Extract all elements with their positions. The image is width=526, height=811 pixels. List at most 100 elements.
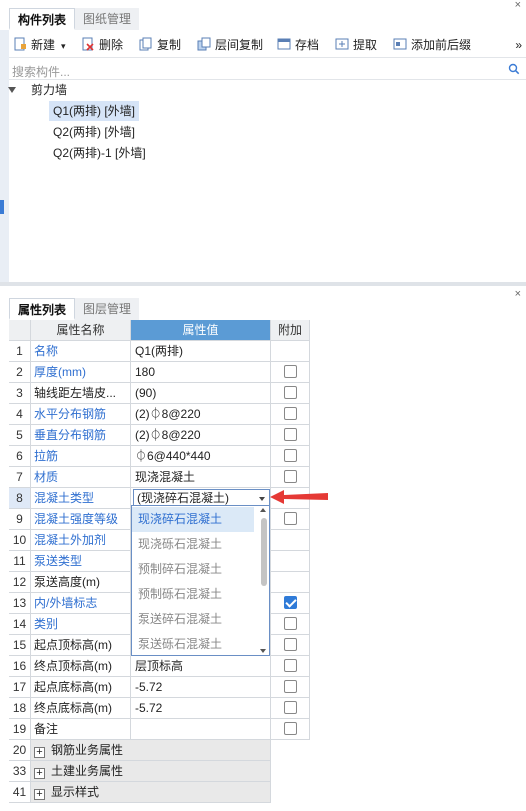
property-value[interactable]: 层顶标高 [131, 656, 271, 677]
search-input[interactable]: 搜索构件... [12, 63, 70, 80]
group-name[interactable]: + 显示样式 [31, 782, 271, 803]
dropdown-option[interactable]: 预制砾石混凝土 [132, 582, 254, 607]
search-icon[interactable] [508, 63, 520, 75]
attach-checkbox[interactable] [284, 449, 297, 462]
dropdown-option[interactable]: 泵送碎石混凝土 [132, 607, 254, 632]
tab-layer-management[interactable]: 图层管理 [75, 298, 140, 320]
property-value[interactable]: (90) [131, 383, 271, 404]
property-row[interactable]: 19 备注 [9, 719, 310, 740]
delete-button[interactable]: 删除 [81, 36, 123, 54]
archive-button[interactable]: 存档 [277, 36, 319, 54]
attach-checkbox[interactable] [284, 638, 297, 651]
property-value[interactable]: -5.72 [131, 677, 271, 698]
add-cell [271, 467, 310, 488]
property-value[interactable]: Q1(两排) [131, 341, 271, 362]
row-index: 17 [9, 677, 31, 698]
property-row[interactable]: 5 垂直分布钢筋 (2)⏀8@220 [9, 425, 310, 446]
select-value: (现浇碎石混凝土) [137, 491, 229, 505]
dropdown-option[interactable]: 预制碎石混凝土 [132, 557, 254, 582]
property-name: 混凝土外加剂 [31, 530, 131, 551]
group-row[interactable]: 20 + 钢筋业务属性 [9, 740, 310, 761]
attach-checkbox[interactable] [284, 617, 297, 630]
add-cell [271, 635, 310, 656]
row-index: 3 [9, 383, 31, 404]
attach-checkbox[interactable] [284, 701, 297, 714]
property-row[interactable]: 18 终点底标高(m) -5.72 [9, 698, 310, 719]
property-value[interactable] [131, 719, 271, 740]
property-name: 垂直分布钢筋 [31, 425, 131, 446]
property-row[interactable]: 2 厚度(mm) 180 [9, 362, 310, 383]
copy-button[interactable]: 复制 [139, 36, 181, 54]
tab-property-list[interactable]: 属性列表 [9, 298, 76, 320]
row-index: 5 [9, 425, 31, 446]
component-tree: 剪力墙 Q1(两排) [外墙] Q2(两排) [外墙] Q2(两排)-1 [外墙… [9, 80, 526, 280]
add-cell [271, 677, 310, 698]
dropdown-option[interactable]: 现浇砾石混凝土 [132, 532, 254, 557]
group-row[interactable]: 33 + 土建业务属性 [9, 761, 310, 782]
dropdown-option[interactable]: 现浇碎石混凝土 [132, 507, 254, 532]
attach-checkbox[interactable] [284, 407, 297, 420]
property-value[interactable]: -5.72 [131, 698, 271, 719]
attach-checkbox[interactable] [284, 512, 297, 525]
expand-plus-icon[interactable]: + [34, 789, 45, 800]
tree-root-label[interactable]: 剪力墙 [31, 80, 67, 100]
attach-checkbox[interactable] [284, 365, 297, 378]
dropdown-scrollbar[interactable] [261, 518, 267, 586]
attach-checkbox[interactable] [284, 596, 297, 609]
property-row[interactable]: 16 终点顶标高(m) 层顶标高 [9, 656, 310, 677]
property-row[interactable]: 7 材质 现浇混凝土 [9, 467, 310, 488]
chevron-down-icon[interactable]: ▾ [61, 41, 66, 51]
dropdown-option[interactable]: 泵送砾石混凝土 [132, 632, 254, 657]
group-name[interactable]: + 钢筋业务属性 [31, 740, 271, 761]
property-name: 名称 [31, 341, 131, 362]
property-value[interactable]: ⏀6@440*440 [131, 446, 271, 467]
attach-checkbox[interactable] [284, 428, 297, 441]
property-row[interactable]: 3 轴线距左墙皮... (90) [9, 383, 310, 404]
property-row[interactable]: 1 名称 Q1(两排) [9, 341, 310, 362]
concrete-type-dropdown[interactable]: 现浇碎石混凝土 现浇砾石混凝土 预制碎石混凝土 预制砾石混凝土 泵送碎石混凝土 泵送砾石混… [131, 505, 270, 656]
add-cell [271, 341, 310, 362]
property-row[interactable]: 6 拉筋 ⏀6@440*440 [9, 446, 310, 467]
chevron-down-icon[interactable] [259, 497, 265, 501]
delete-label: 删除 [99, 38, 124, 52]
toolbar-overflow-button[interactable]: » [515, 36, 522, 54]
attach-checkbox[interactable] [284, 722, 297, 735]
row-index: 13 [9, 593, 31, 614]
row-index: 2 [9, 362, 31, 383]
new-button[interactable]: 新建 ▾ [13, 36, 66, 54]
group-name[interactable]: + 土建业务属性 [31, 761, 271, 782]
expand-plus-icon[interactable]: + [34, 768, 45, 779]
left-dock-strip [0, 30, 9, 282]
property-value[interactable]: (2)⏀8@220 [131, 404, 271, 425]
property-name: 水平分布钢筋 [31, 404, 131, 425]
floor-copy-label: 层间复制 [215, 38, 264, 52]
row-index: 9 [9, 509, 31, 530]
property-value[interactable]: (2)⏀8@220 [131, 425, 271, 446]
expand-plus-icon[interactable]: + [34, 747, 45, 758]
attach-checkbox[interactable] [284, 386, 297, 399]
add-prefix-suffix-button[interactable]: 添加前后缀 [393, 36, 471, 54]
scroll-down-icon[interactable] [260, 649, 266, 653]
property-value[interactable]: 180 [131, 362, 271, 383]
attach-checkbox[interactable] [284, 470, 297, 483]
scroll-up-icon[interactable] [260, 508, 266, 512]
tree-item[interactable]: Q2(两排)-1 [外墙] [53, 143, 146, 163]
red-arrow-annotation [270, 490, 328, 504]
property-name: 类别 [31, 614, 131, 635]
property-value[interactable]: 现浇混凝土 [131, 467, 271, 488]
group-row[interactable]: 41 + 显示样式 [9, 782, 310, 803]
tree-item[interactable]: Q2(两排) [外墙] [53, 122, 135, 142]
toolbar: 新建 ▾ 删除 复制 层间复制 存档 提取 添加前后缀 » [9, 32, 526, 58]
tab-component-list[interactable]: 构件列表 [9, 8, 76, 30]
tab-drawing-management[interactable]: 图纸管理 [75, 8, 140, 30]
extract-icon [335, 38, 349, 50]
property-row[interactable]: 17 起点底标高(m) -5.72 [9, 677, 310, 698]
add-cell [271, 698, 310, 719]
tree-item[interactable]: Q1(两排) [外墙] [49, 101, 140, 121]
property-row[interactable]: 4 水平分布钢筋 (2)⏀8@220 [9, 404, 310, 425]
floor-copy-button[interactable]: 层间复制 [197, 36, 263, 54]
attach-checkbox[interactable] [284, 659, 297, 672]
attach-checkbox[interactable] [284, 680, 297, 693]
search-box[interactable]: 搜索构件... [9, 60, 526, 80]
extract-button[interactable]: 提取 [335, 36, 377, 54]
